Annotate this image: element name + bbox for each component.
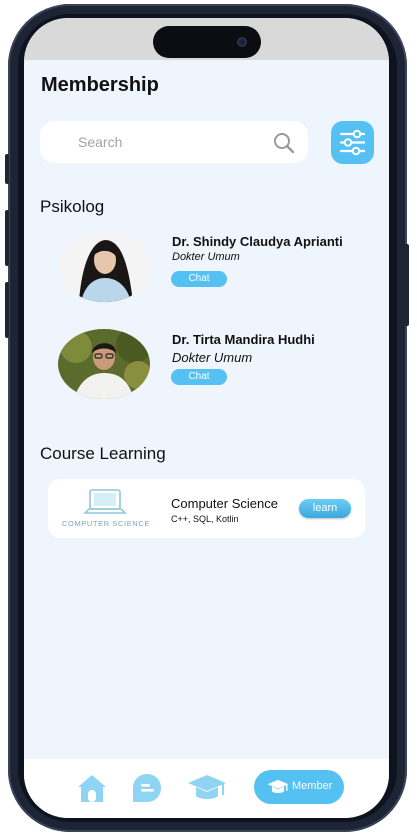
filter-button[interactable] [331,121,374,164]
learn-button[interactable]: learn [299,499,351,518]
home-icon[interactable] [76,773,108,803]
search-placeholder: Search [78,134,123,150]
graduation-cap-icon[interactable] [187,773,227,803]
laptop-icon [83,489,127,514]
app-screen: Membership Search Psikolog Dr. Shindy Cl… [24,18,389,818]
doctor-avatar[interactable] [58,329,150,399]
chat-icon[interactable] [132,773,162,803]
section-title-psikolog: Psikolog [40,197,105,216]
search-input[interactable]: Search [40,121,308,163]
course-subtitle: C++, SQL, Kotlin [171,514,239,524]
phone-side-button-left [5,282,9,338]
page-title: Membership [41,74,159,96]
phone-side-button-right [405,244,409,326]
course-title: Computer Science [171,496,278,511]
member-nav-button[interactable]: Member [254,770,344,804]
graduation-cap-icon [267,779,289,794]
doctor-name: Dr. Tirta Mandira Hudhi [172,332,315,347]
chat-button[interactable]: Chat [171,369,227,385]
course-card[interactable]: COMPUTER SCIENCE Computer Science C++, S… [48,479,365,538]
member-nav-label: Member [292,780,333,792]
doctor-role: Dokter Umum [172,350,253,365]
sliders-icon [339,129,366,156]
dynamic-island [153,26,261,58]
course-thumbnail-label: COMPUTER SCIENCE [62,519,150,528]
phone-side-button-left [5,154,9,184]
doctor-role: Dokter Umum [172,251,240,263]
section-title-course-learning: Course Learning [40,444,166,463]
bottom-nav: Member [24,759,389,818]
doctor-avatar[interactable] [59,232,151,302]
chat-button[interactable]: Chat [171,271,227,287]
doctor-name: Dr. Shindy Claudya Aprianti [172,234,343,249]
phone-side-button-left [5,210,9,266]
course-thumbnail: COMPUTER SCIENCE [60,487,152,531]
camera-icon [237,37,247,47]
search-icon[interactable] [272,131,296,155]
